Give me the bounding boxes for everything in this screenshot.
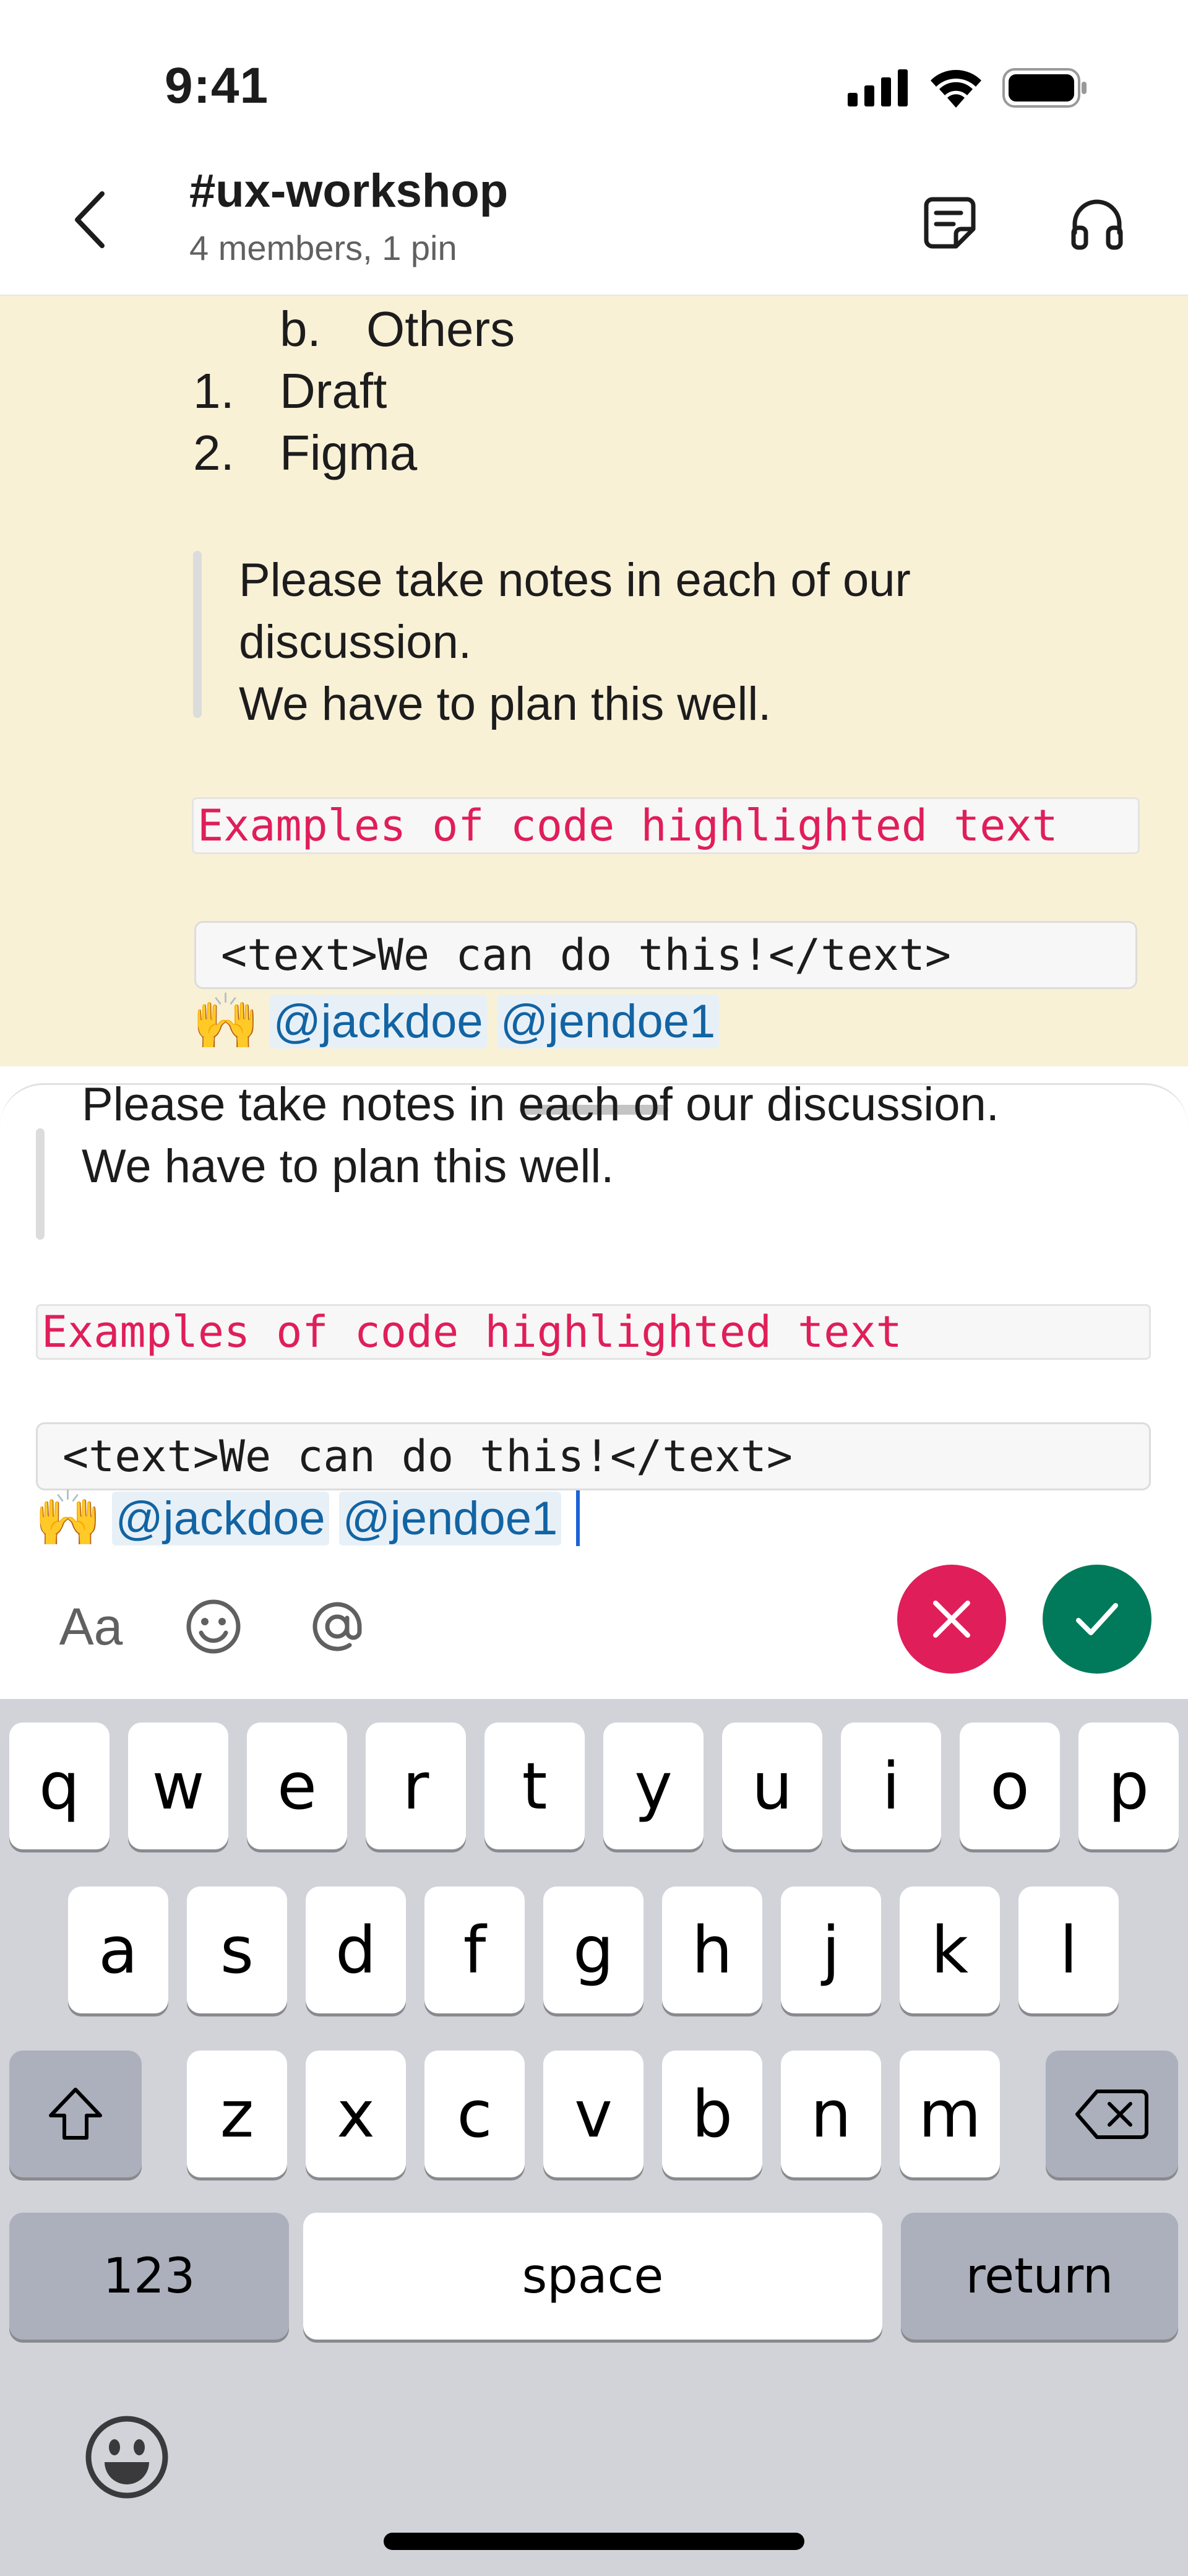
code-block-text: <text>We can do this!</text> [221, 930, 952, 980]
key-e[interactable]: e [247, 1722, 347, 1849]
channel-member-count[interactable]: 4 members, 1 pin [189, 228, 457, 268]
shift-arrow-icon [49, 2087, 102, 2140]
status-time: 9:41 [165, 58, 269, 114]
channel-header: #ux-workshop 4 members, 1 pin [0, 155, 1188, 296]
list-item: Figma [280, 425, 418, 480]
emoji-keyboard-button[interactable] [80, 2411, 173, 2504]
format-text-icon: Aa [59, 1597, 123, 1656]
mention-button[interactable] [291, 1580, 384, 1673]
raised-hands-emoji: 🙌 [192, 990, 260, 1052]
key-x[interactable]: x [306, 2051, 406, 2177]
channel-title[interactable]: #ux-workshop [189, 164, 508, 218]
code-block: <text>We can do this!</text> [194, 921, 1137, 989]
shift-key[interactable] [9, 2051, 142, 2177]
text-cursor [576, 1490, 580, 1546]
key-f[interactable]: f [424, 1887, 525, 2013]
key-y[interactable]: y [603, 1722, 704, 1849]
blockquote-bar [36, 1128, 45, 1240]
checkmark-icon [1076, 1603, 1118, 1635]
key-c[interactable]: c [424, 2051, 525, 2177]
key-t[interactable]: t [484, 1722, 585, 1849]
key-g[interactable]: g [543, 1887, 644, 2013]
key-d[interactable]: d [306, 1887, 406, 2013]
key-i[interactable]: i [841, 1722, 941, 1849]
cancel-edit-button[interactable] [897, 1565, 1006, 1674]
compose-input[interactable]: 🙌 @jackdoe @jendoe1 [34, 1490, 580, 1546]
user-mention[interactable]: @jendoe1 [496, 994, 720, 1048]
canvas-icon [924, 197, 976, 249]
key-z[interactable]: z [187, 2051, 287, 2177]
emoji-keyboard-icon [85, 2416, 168, 2499]
space-key[interactable]: space [303, 2213, 882, 2340]
status-icons [848, 68, 1089, 108]
list-marker: b. [280, 301, 321, 357]
keyboard: q w e r t y u i o p a s d f g h j k l z … [0, 1699, 1188, 2576]
wifi-icon [931, 70, 981, 108]
emoji-button[interactable] [167, 1580, 260, 1673]
key-j[interactable]: j [781, 1887, 881, 2013]
blockquote-bar [193, 551, 202, 718]
cellular-signal-icon [848, 69, 908, 106]
key-m[interactable]: m [900, 2051, 1000, 2177]
user-mention: @jackdoe [111, 1491, 329, 1545]
save-edit-button[interactable] [1043, 1565, 1151, 1674]
key-p[interactable]: p [1078, 1722, 1179, 1849]
code-block: <text>We can do this!</text> [36, 1422, 1151, 1490]
headphones-icon [1071, 199, 1123, 250]
battery-icon [1002, 68, 1087, 108]
chevron-left-icon [75, 191, 105, 248]
user-mention: @jendoe1 [338, 1491, 562, 1545]
key-h[interactable]: h [662, 1887, 762, 2013]
return-key[interactable]: return [901, 2213, 1178, 2340]
canvas-button[interactable] [913, 186, 987, 260]
key-n[interactable]: n [781, 2051, 881, 2177]
list-item: Others [366, 301, 515, 357]
mention-row: 🙌 @jackdoe @jendoe1 [192, 990, 720, 1052]
delete-key[interactable] [1046, 2051, 1178, 2177]
list-marker: 1. [193, 363, 235, 418]
back-button[interactable] [56, 186, 124, 254]
status-bar: 9:41 [0, 0, 1188, 167]
huddle-button[interactable] [1060, 186, 1134, 260]
inline-code: Examples of code highlighted text [192, 797, 1140, 854]
list-marker: 2. [193, 425, 235, 480]
raised-hands-emoji: 🙌 [34, 1487, 102, 1549]
key-b[interactable]: b [662, 2051, 762, 2177]
home-indicator[interactable] [384, 2533, 804, 2550]
key-o[interactable]: o [960, 1722, 1060, 1849]
edit-message-sheet: Please take notes in each of our discuss… [0, 1083, 1188, 1702]
blockquote-line: We have to plan this well. [239, 678, 772, 730]
key-s[interactable]: s [187, 1887, 287, 2013]
key-w[interactable]: w [128, 1722, 228, 1849]
smiley-icon [186, 1599, 241, 1654]
key-k[interactable]: k [900, 1887, 1000, 2013]
blockquote-line: Please take notes in each of our discuss… [82, 1083, 999, 1131]
user-mention[interactable]: @jackdoe [269, 994, 487, 1048]
list-item: Draft [280, 363, 387, 418]
backspace-icon [1075, 2089, 1148, 2139]
key-q[interactable]: q [9, 1722, 110, 1849]
key-a[interactable]: a [68, 1887, 168, 2013]
key-l[interactable]: l [1018, 1887, 1119, 2013]
blockquote-line: Please take notes in each of our [239, 554, 911, 607]
key-v[interactable]: v [543, 2051, 644, 2177]
key-r[interactable]: r [366, 1722, 466, 1849]
inline-code: Examples of code highlighted text [36, 1304, 1151, 1360]
code-block-text: <text>We can do this!</text> [62, 1431, 793, 1482]
blockquote-line: We have to plan this well. [82, 1140, 614, 1193]
format-text-button[interactable]: Aa [45, 1580, 137, 1673]
key-u[interactable]: u [722, 1722, 822, 1849]
message-highlighted: b. Others 1. Draft 2. Figma Please take … [0, 296, 1188, 1066]
close-icon [933, 1601, 970, 1638]
at-sign-icon [312, 1602, 362, 1651]
blockquote-line: discussion. [239, 616, 471, 668]
numbers-key[interactable]: 123 [9, 2213, 289, 2340]
